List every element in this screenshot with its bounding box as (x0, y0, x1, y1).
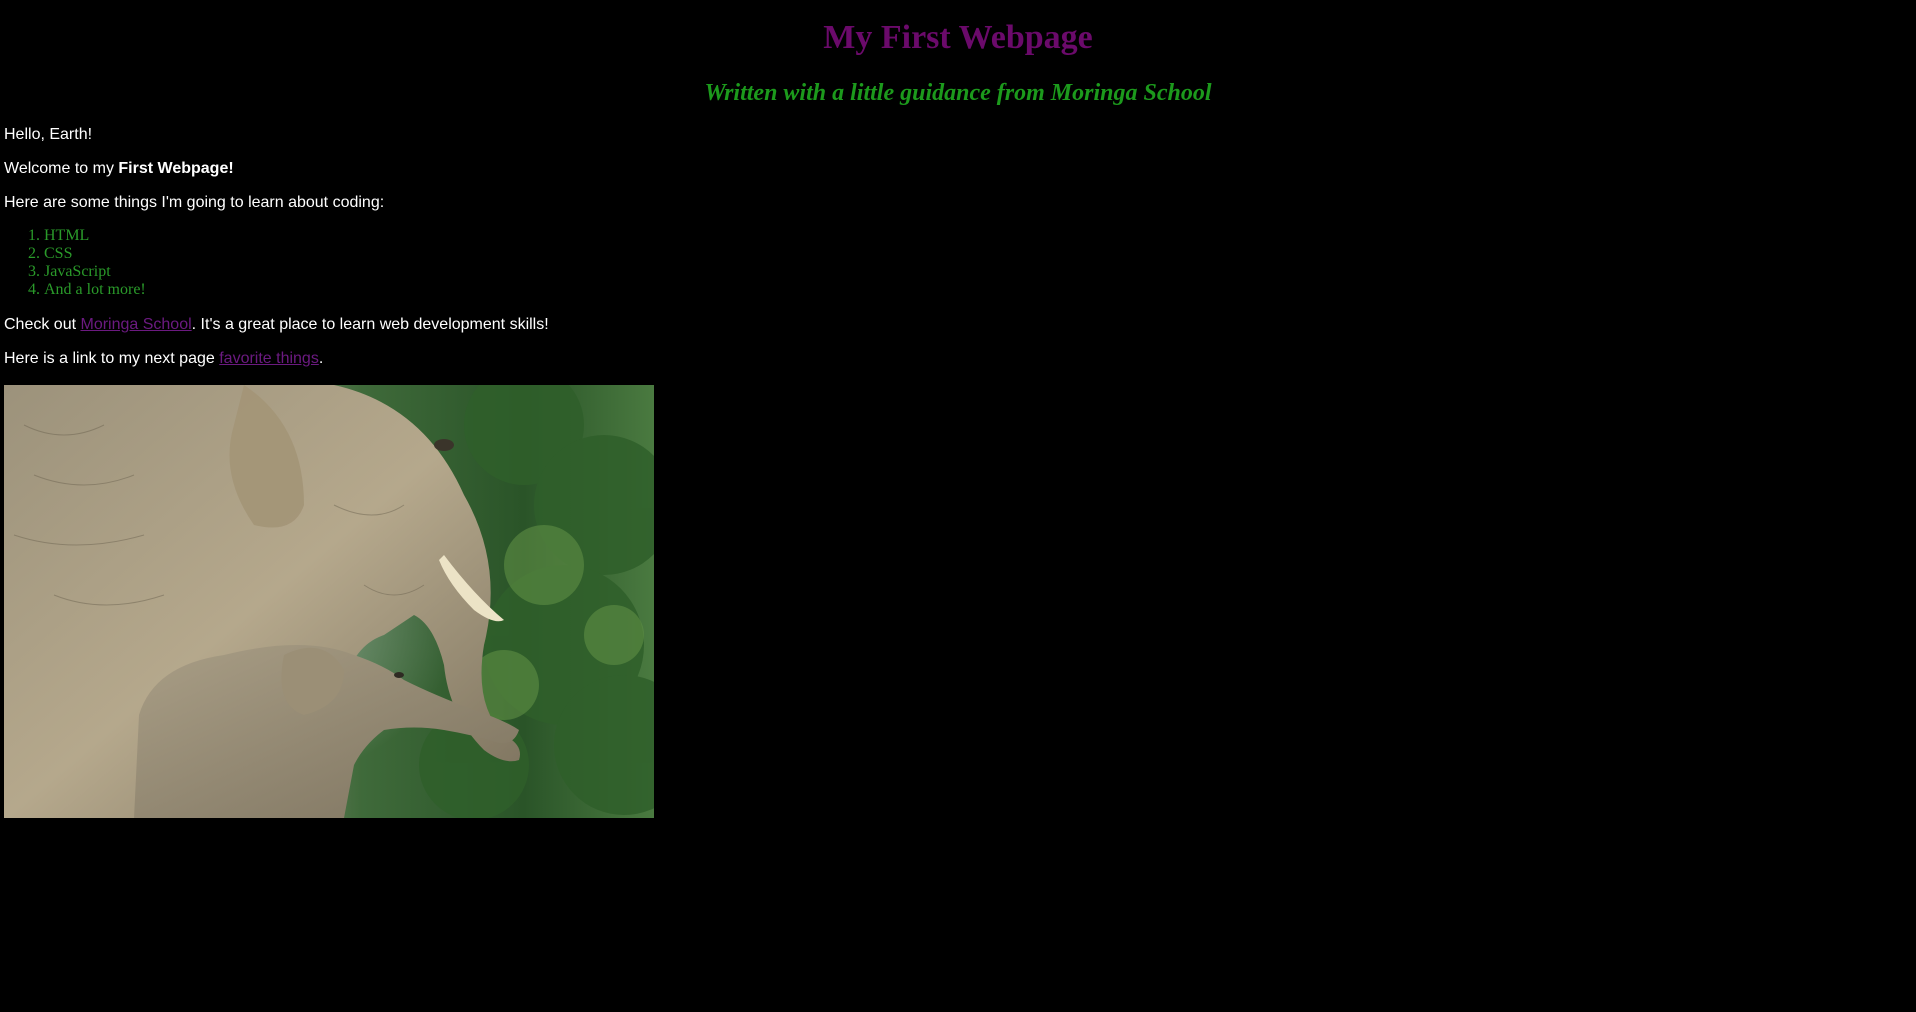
elephant-photo (4, 385, 654, 818)
favorite-things-link[interactable]: favorite things (219, 350, 319, 367)
greeting-text: Hello, Earth! (4, 126, 93, 143)
next-prefix: Here is a link to my next page (4, 350, 220, 367)
page-title: My First Webpage (823, 19, 1093, 56)
list-item: And a lot more! (44, 281, 146, 299)
learning-intro: Here are some things I'm going to learn … (4, 194, 385, 211)
list-item: CSS (44, 245, 146, 263)
next-page-paragraph: Here is a link to my next page favorite … (4, 349, 323, 369)
welcome-text: Welcome to my First Webpage! (4, 159, 234, 179)
check-prefix: Check out (4, 316, 81, 333)
moringa-school-link[interactable]: Moringa School (80, 316, 191, 333)
learning-list: HTML CSS JavaScript And a lot more! (0, 227, 146, 299)
next-suffix: . (318, 350, 324, 367)
list-item: HTML (44, 227, 146, 245)
welcome-bold: First Webpage! (118, 160, 234, 177)
welcome-prefix: Welcome to my (4, 160, 119, 177)
list-item: JavaScript (44, 263, 146, 281)
page-subtitle: Written with a little guidance from Mori… (704, 80, 1212, 106)
elephant-illustration (4, 385, 654, 818)
check-suffix: . It's a great place to learn web develo… (191, 316, 549, 333)
moringa-paragraph: Check out Moringa School. It's a great p… (4, 315, 549, 335)
